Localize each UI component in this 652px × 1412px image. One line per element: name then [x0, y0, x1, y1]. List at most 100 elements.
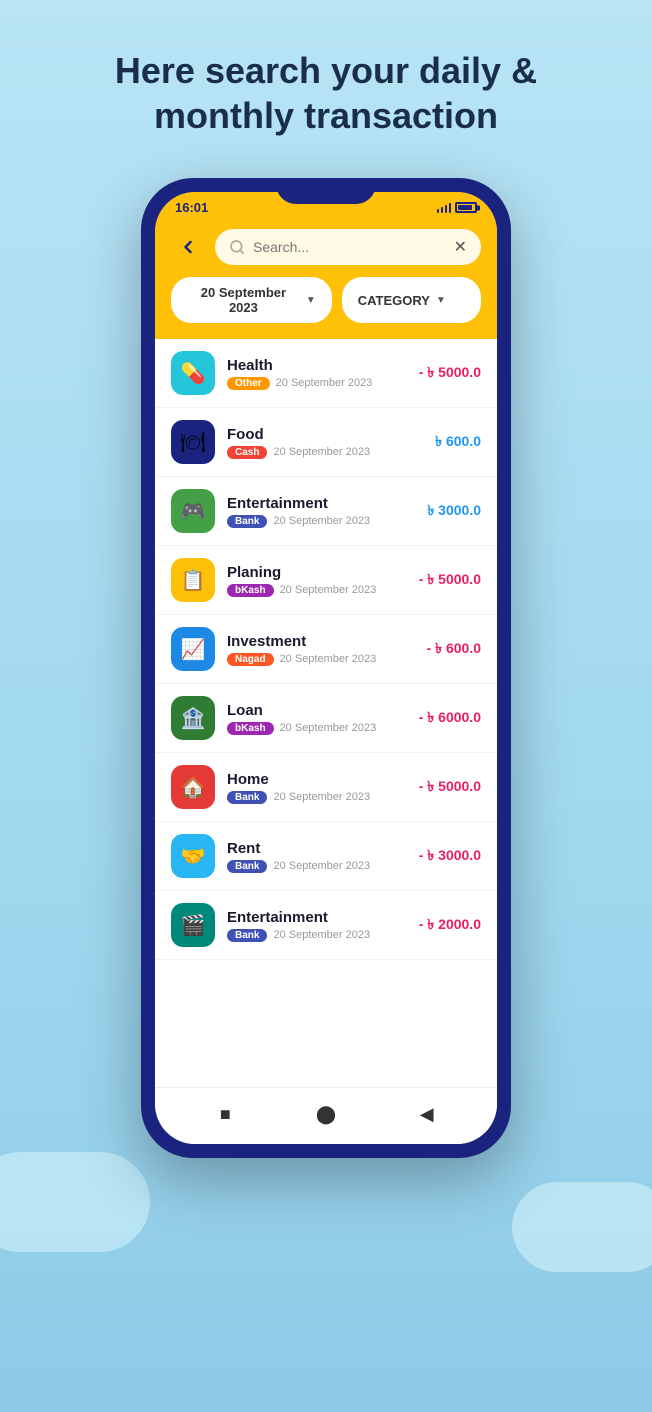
transaction-amount: ৳ 600.0 — [435, 430, 481, 454]
transaction-icon-emoji: 📋 — [181, 568, 206, 593]
search-row: ✕ — [171, 229, 481, 265]
phone-device: 16:01 — [141, 178, 511, 1158]
transaction-list: 💊 Health Other 20 September 2023 - ৳ 500… — [155, 339, 497, 1087]
transaction-date: 20 September 2023 — [280, 722, 377, 734]
transaction-icon: 🎮 — [171, 489, 215, 533]
transaction-icon: 📋 — [171, 558, 215, 602]
signal-bar-2 — [441, 207, 443, 213]
nav-stop-button[interactable]: ■ — [211, 1100, 239, 1128]
date-chevron-icon: ▼ — [306, 295, 316, 306]
transaction-meta: Cash 20 September 2023 — [227, 446, 423, 459]
transaction-meta: bKash 20 September 2023 — [227, 584, 407, 597]
transaction-tag: Bank — [227, 929, 267, 942]
transaction-date: 20 September 2023 — [273, 515, 370, 527]
signal-bar-1 — [437, 209, 439, 213]
transaction-amount: - ৳ 5000.0 — [419, 361, 481, 385]
transaction-item[interactable]: 🤝 Rent Bank 20 September 2023 - ৳ 3000.0 — [155, 822, 497, 891]
transaction-date: 20 September 2023 — [273, 446, 370, 458]
battery-fill — [458, 205, 472, 210]
transaction-meta: Other 20 September 2023 — [227, 377, 407, 390]
transaction-icon-emoji: 🏦 — [181, 706, 206, 731]
transaction-name: Rent — [227, 840, 407, 857]
transaction-meta: Bank 20 September 2023 — [227, 860, 407, 873]
transaction-details: Home Bank 20 September 2023 — [227, 771, 407, 804]
home-icon: ⬤ — [316, 1104, 336, 1125]
transaction-item[interactable]: 🏦 Loan bKash 20 September 2023 - ৳ 6000.… — [155, 684, 497, 753]
back-button[interactable] — [171, 230, 205, 264]
nav-back-button[interactable]: ◀ — [413, 1100, 441, 1128]
app-header: ✕ 20 September 2023 ▼ CATEGORY ▼ — [155, 219, 497, 339]
transaction-tag: Other — [227, 377, 270, 390]
transaction-name: Home — [227, 771, 407, 788]
clear-search-button[interactable]: ✕ — [454, 237, 467, 257]
transaction-details: Health Other 20 September 2023 — [227, 357, 407, 390]
transaction-name: Food — [227, 426, 423, 443]
date-filter-label: 20 September 2023 — [187, 285, 300, 315]
transaction-item[interactable]: 🎮 Entertainment Bank 20 September 2023 ৳… — [155, 477, 497, 546]
transaction-name: Entertainment — [227, 495, 415, 512]
transaction-amount: - ৳ 600.0 — [427, 637, 481, 661]
transaction-item[interactable]: 💊 Health Other 20 September 2023 - ৳ 500… — [155, 339, 497, 408]
transaction-tag: Cash — [227, 446, 267, 459]
status-icons — [437, 202, 477, 213]
transaction-item[interactable]: 📋 Planing bKash 20 September 2023 - ৳ 50… — [155, 546, 497, 615]
transaction-details: Investment Nagad 20 September 2023 — [227, 633, 415, 666]
category-filter-label: CATEGORY — [358, 293, 430, 308]
transaction-item[interactable]: 🍽 Food Cash 20 September 2023 ৳ 600.0 — [155, 408, 497, 477]
signal-bar-4 — [449, 203, 451, 213]
transaction-item[interactable]: 📈 Investment Nagad 20 September 2023 - ৳… — [155, 615, 497, 684]
transaction-meta: Nagad 20 September 2023 — [227, 653, 415, 666]
date-filter-button[interactable]: 20 September 2023 ▼ — [171, 277, 332, 323]
transaction-icon: 🍽 — [171, 420, 215, 464]
transaction-icon: 🤝 — [171, 834, 215, 878]
transaction-name: Loan — [227, 702, 407, 719]
cloud-decoration-right — [512, 1182, 652, 1272]
transaction-amount: - ৳ 6000.0 — [419, 706, 481, 730]
transaction-icon-emoji: 🤝 — [181, 844, 206, 869]
transaction-details: Planing bKash 20 September 2023 — [227, 564, 407, 597]
transaction-amount: - ৳ 2000.0 — [419, 913, 481, 937]
transaction-name: Planing — [227, 564, 407, 581]
transaction-name: Entertainment — [227, 909, 407, 926]
phone-wrapper: 16:01 — [0, 178, 652, 1158]
stop-icon: ■ — [220, 1104, 231, 1125]
transaction-meta: bKash 20 September 2023 — [227, 722, 407, 735]
bottom-navigation: ■ ⬤ ◀ — [155, 1087, 497, 1144]
transaction-amount: - ৳ 3000.0 — [419, 844, 481, 868]
transaction-date: 20 September 2023 — [280, 653, 377, 665]
transaction-icon: 🏦 — [171, 696, 215, 740]
transaction-tag: bKash — [227, 584, 274, 597]
back-icon: ◀ — [420, 1104, 434, 1125]
transaction-amount: - ৳ 5000.0 — [419, 775, 481, 799]
transaction-tag: Bank — [227, 860, 267, 873]
nav-home-button[interactable]: ⬤ — [312, 1100, 340, 1128]
phone-screen: 16:01 — [155, 192, 497, 1144]
transaction-icon-emoji: 🏠 — [181, 775, 206, 800]
search-icon — [229, 239, 245, 255]
category-filter-button[interactable]: CATEGORY ▼ — [342, 277, 481, 323]
transaction-icon: 🏠 — [171, 765, 215, 809]
transaction-icon-emoji: 🎬 — [181, 913, 206, 938]
transaction-amount: - ৳ 5000.0 — [419, 568, 481, 592]
transaction-meta: Bank 20 September 2023 — [227, 929, 407, 942]
search-box: ✕ — [215, 229, 481, 265]
transaction-meta: Bank 20 September 2023 — [227, 515, 415, 528]
transaction-date: 20 September 2023 — [273, 929, 370, 941]
transaction-icon-emoji: 📈 — [181, 637, 206, 662]
page-title: Here search your daily & monthly transac… — [0, 0, 652, 168]
search-input[interactable] — [253, 239, 446, 255]
transaction-item[interactable]: 🎬 Entertainment Bank 20 September 2023 -… — [155, 891, 497, 960]
transaction-date: 20 September 2023 — [273, 860, 370, 872]
transaction-icon-emoji: 💊 — [181, 361, 206, 386]
transaction-tag: bKash — [227, 722, 274, 735]
phone-notch — [276, 178, 376, 204]
transaction-tag: Bank — [227, 791, 267, 804]
transaction-details: Entertainment Bank 20 September 2023 — [227, 909, 407, 942]
transaction-item[interactable]: 🏠 Home Bank 20 September 2023 - ৳ 5000.0 — [155, 753, 497, 822]
transaction-icon-emoji: 🍽 — [180, 430, 205, 455]
transaction-amount: ৳ 3000.0 — [427, 499, 481, 523]
transaction-meta: Bank 20 September 2023 — [227, 791, 407, 804]
filter-row: 20 September 2023 ▼ CATEGORY ▼ — [171, 277, 481, 323]
battery-icon — [455, 202, 477, 213]
transaction-icon: 💊 — [171, 351, 215, 395]
